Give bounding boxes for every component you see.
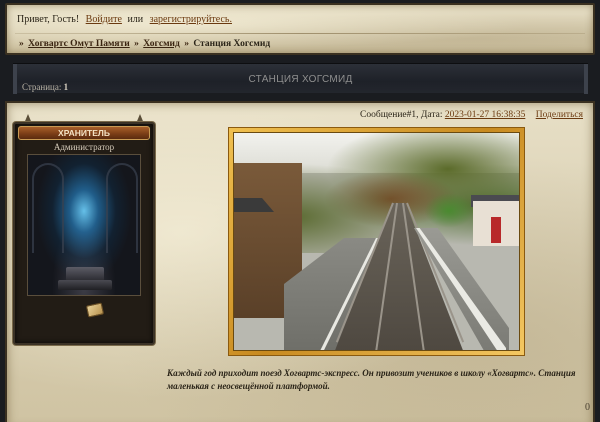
current-page[interactable]: 1 bbox=[64, 82, 69, 92]
greeting-text: Привет, Гость! bbox=[17, 14, 80, 25]
topic-title: СТАНЦИЯ ХОГСМИД bbox=[248, 74, 353, 85]
breadcrumb-prefix: » bbox=[19, 39, 24, 49]
breadcrumb-item-current: Станция Хогсмид bbox=[193, 39, 271, 49]
login-link[interactable]: Войдите bbox=[86, 14, 122, 25]
post-reputation-count: 0 bbox=[585, 402, 590, 413]
pagination: Страница: 1 bbox=[22, 82, 68, 92]
pages-label: Страница: bbox=[22, 82, 62, 92]
post-meta-text: Сообщение#1, Дата: bbox=[360, 110, 443, 120]
avatar[interactable] bbox=[27, 154, 141, 296]
post-caption: Каждый год приходит поезд Хогвартс-экспр… bbox=[167, 368, 576, 391]
share-link[interactable]: Поделиться bbox=[536, 110, 583, 120]
breadcrumb-item-forum[interactable]: Хогвартс Омут Памяти bbox=[28, 39, 130, 49]
post-date-link[interactable]: 2023-01-27 16:38:35 bbox=[445, 110, 525, 120]
avatar-arch-right bbox=[106, 163, 138, 253]
author-profile-card: ХРАНИТЕЛЬ Администратор bbox=[13, 114, 155, 345]
user-role: Администратор bbox=[53, 142, 115, 152]
avatar-pedestal-base bbox=[58, 280, 112, 290]
station-photo[interactable] bbox=[233, 132, 520, 351]
header-divider bbox=[15, 33, 585, 34]
user-rank-banner: ХРАНИТЕЛЬ bbox=[18, 126, 150, 140]
breadcrumb-separator: » bbox=[134, 39, 139, 49]
breadcrumb-separator: » bbox=[184, 39, 189, 49]
header-panel: Привет, Гость! Войдите или зарегистрируй… bbox=[5, 3, 595, 55]
photo-trees bbox=[424, 193, 474, 228]
guest-greeting: Привет, Гость! Войдите или зарегистрируй… bbox=[17, 14, 232, 25]
topic-title-bar: СТАНЦИЯ ХОГСМИД bbox=[13, 63, 588, 94]
or-text: или bbox=[127, 14, 144, 25]
breadcrumb-item-hogsmeade[interactable]: Хогсмид bbox=[143, 39, 180, 49]
photo-red-door bbox=[491, 217, 501, 243]
post-meta: Сообщение#1, Дата: 2023-01-27 16:38:35 П… bbox=[360, 110, 583, 120]
register-link[interactable]: зарегистрируйтесь. bbox=[150, 14, 232, 25]
breadcrumb: » Хогвартс Омут Памяти » Хогсмид » Станц… bbox=[17, 39, 270, 49]
avatar-pedestal bbox=[66, 267, 104, 281]
post-image-frame bbox=[229, 128, 524, 355]
avatar-arch-left bbox=[32, 163, 64, 253]
